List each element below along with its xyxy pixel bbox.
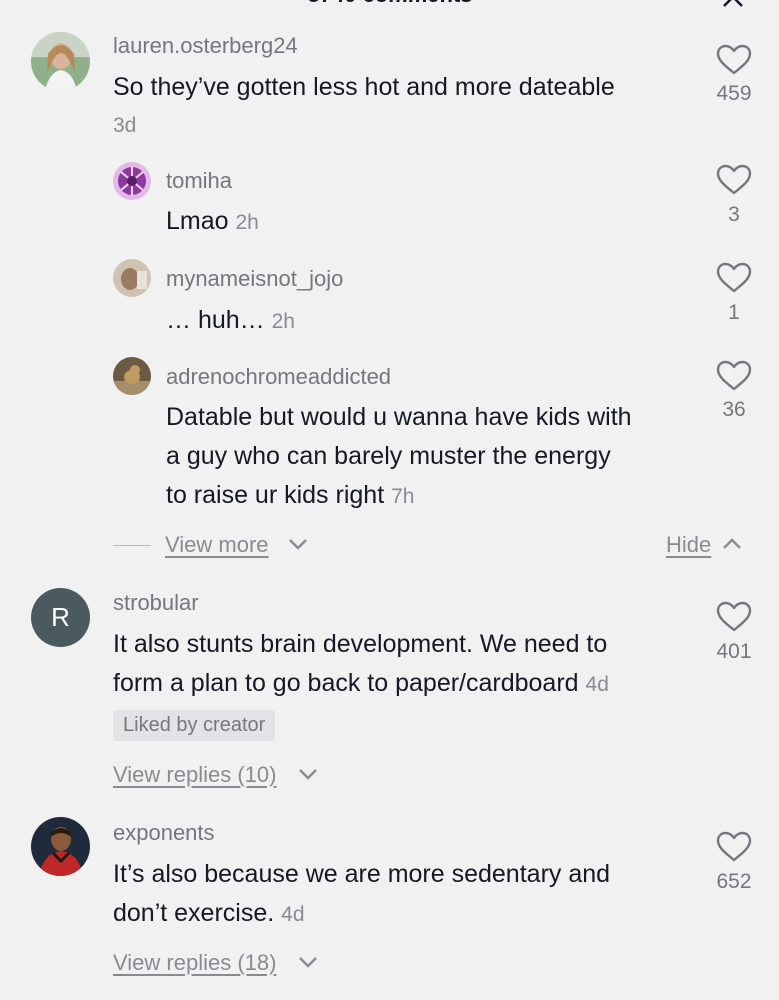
- comments-count-title: 3740 comments: [300, 0, 480, 8]
- like-count: 1: [728, 301, 740, 324]
- comment-username[interactable]: exponents: [113, 820, 215, 846]
- comment-text: So they’ve gotten less hot and more date…: [113, 73, 615, 101]
- heart-icon[interactable]: [716, 360, 752, 392]
- comment-username[interactable]: adrenochromeaddicted: [166, 364, 391, 390]
- comment-body: Lmao: [166, 207, 229, 235]
- comment-text: It also stunts brain development. We nee…: [113, 625, 609, 704]
- like-count: 652: [716, 870, 752, 893]
- comment-username[interactable]: tomiha: [166, 168, 232, 194]
- liked-by-creator-badge: Liked by creator: [113, 710, 276, 741]
- heart-icon[interactable]: [716, 831, 752, 863]
- chevron-down-icon: [288, 537, 308, 551]
- comment-time: 2h: [271, 310, 295, 333]
- view-replies-link[interactable]: View replies (18): [113, 950, 276, 976]
- chevron-down-icon: [298, 955, 318, 969]
- chevron-down-icon: [298, 767, 318, 781]
- comment-username[interactable]: strobular: [113, 590, 199, 616]
- like-count: 3: [728, 203, 740, 226]
- hide-replies-link[interactable]: Hide: [666, 532, 711, 558]
- comment-username[interactable]: mynameisnot_jojo: [166, 266, 343, 292]
- comment-line-last: form a plan to go back to paper/cardboar…: [113, 664, 609, 704]
- avatar[interactable]: [113, 357, 151, 395]
- comment-line: Datable but would u wanna have kids with: [166, 403, 632, 431]
- comment-line: It also stunts brain development. We nee…: [113, 630, 608, 658]
- comment-username[interactable]: lauren.osterberg24: [113, 33, 298, 59]
- like-count: 36: [722, 398, 746, 421]
- like-count: 401: [716, 640, 752, 663]
- divider: [113, 545, 151, 546]
- comment-text: Datable but would u wanna have kids with…: [166, 398, 632, 516]
- comment-time: 2h: [235, 211, 259, 234]
- comment-line: a guy who can barely muster the energy: [166, 442, 611, 470]
- avatar[interactable]: [113, 162, 151, 200]
- avatar[interactable]: [31, 817, 90, 876]
- heart-icon[interactable]: [716, 164, 752, 196]
- comment-body: to raise ur kids right: [166, 481, 385, 509]
- comment-body: form a plan to go back to paper/cardboar…: [113, 669, 579, 697]
- comment-time: 7h: [391, 485, 415, 508]
- view-replies-link[interactable]: View replies (10): [113, 762, 276, 788]
- avatar[interactable]: [31, 32, 90, 91]
- avatar[interactable]: [113, 259, 151, 297]
- comment-body: … huh…: [166, 306, 265, 334]
- comment-text: Lmao 2h: [166, 202, 259, 242]
- comment-text: … huh… 2h: [166, 301, 295, 341]
- comment-text: It’s also because we are more sedentary …: [113, 855, 610, 934]
- comment-line: It’s also because we are more sedentary …: [113, 860, 611, 888]
- heart-icon[interactable]: [716, 44, 752, 76]
- chevron-up-icon: [722, 537, 742, 551]
- avatar-letter: R: [51, 602, 70, 632]
- heart-icon[interactable]: [716, 262, 752, 294]
- comment-time: 3d: [113, 114, 137, 137]
- like-count: 459: [716, 82, 752, 105]
- view-more-link[interactable]: View more: [165, 532, 269, 558]
- comment-line-last: don’t exercise. 4d: [113, 894, 610, 934]
- comment-line-last: to raise ur kids right 7h: [166, 476, 632, 516]
- comment-time: 4d: [585, 673, 609, 696]
- comment-time: 4d: [281, 903, 305, 926]
- avatar[interactable]: R: [31, 588, 90, 647]
- comment-body: don’t exercise.: [113, 899, 275, 927]
- close-icon[interactable]: [722, 0, 744, 13]
- heart-icon[interactable]: [716, 601, 752, 633]
